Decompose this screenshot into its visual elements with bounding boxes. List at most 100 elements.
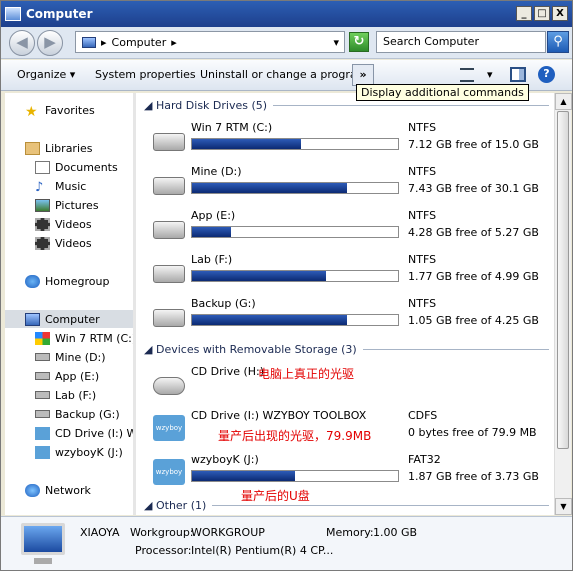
drive-icon	[153, 265, 185, 283]
chevron-right-icon[interactable]: ▸	[171, 36, 177, 49]
address-path: Computer	[111, 35, 167, 49]
drive-item[interactable]: Mine (D:) NTFS 7.43 GB free of 30.1 GB	[148, 163, 548, 207]
usb-drive-icon	[35, 445, 50, 459]
chevron-down-icon: ◢	[144, 99, 153, 112]
details-pane: XIAOYA Workgroup: WORKGROUP Memory: 1.00…	[1, 516, 572, 570]
more-commands-button[interactable]: »	[352, 64, 374, 86]
workgroup-label: Workgroup:	[130, 526, 194, 539]
drive-icon	[35, 353, 50, 361]
processor-label: Processor:	[135, 544, 192, 557]
wzyboy-logo-icon: wzyboy	[153, 415, 185, 441]
sidebar-item-drive-j[interactable]: wzyboyK (J:)	[35, 443, 123, 461]
scroll-up-button[interactable]: ▲	[555, 93, 572, 110]
folder-icon	[25, 141, 40, 155]
windows-drive-icon	[35, 331, 50, 345]
uninstall-program-button[interactable]: Uninstall or change a program	[200, 68, 367, 81]
help-icon[interactable]: ?	[538, 66, 555, 83]
usage-bar	[191, 226, 399, 238]
drive-icon	[153, 221, 185, 239]
window-title: Computer	[26, 7, 93, 21]
forward-button[interactable]: ▶	[37, 30, 63, 56]
tooltip: Display additional commands	[356, 84, 529, 101]
sidebar-item-libraries[interactable]: Libraries	[25, 139, 93, 157]
sidebar-item-drive-i[interactable]: CD Drive (I:) WZ	[35, 424, 133, 442]
drive-item[interactable]: CD Drive (H:) 电脑上真正的光驱	[148, 363, 548, 407]
sidebar-item-favorites[interactable]: ★ Favorites	[25, 101, 95, 120]
annotation: 量产后出现的光驱，79.9MB	[218, 429, 372, 443]
explorer-window: Computer _ □ X ◀ ▶ ▸ Computer ▸ ▾ ↻ Sear…	[0, 0, 573, 571]
sidebar-item-drive-c[interactable]: Win 7 RTM (C:)	[35, 329, 133, 347]
sidebar-item-documents[interactable]: Documents	[35, 158, 118, 176]
navigation-pane: ★ Favorites Libraries Documents ♪ Music Pi…	[5, 93, 133, 515]
sidebar-item-homegroup[interactable]: Homegroup	[25, 272, 109, 290]
annotation: 电脑上真正的光驱	[258, 367, 355, 381]
group-header-removable[interactable]: ◢ Devices with Removable Storage (3)	[144, 343, 549, 356]
sidebar-item-videos[interactable]: Videos	[35, 215, 92, 233]
star-icon: ★	[25, 103, 38, 120]
forward-arrow-icon: ▶	[44, 33, 56, 51]
back-arrow-icon: ◀	[16, 33, 28, 51]
video-icon	[35, 236, 50, 250]
sidebar-item-drive-e[interactable]: App (E:)	[35, 367, 99, 385]
title-bar[interactable]: Computer _ □ X	[1, 1, 572, 27]
cd-drive-icon	[35, 426, 50, 440]
sidebar-item-videos-2[interactable]: Videos	[35, 234, 92, 252]
sidebar-item-music[interactable]: ♪ Music	[35, 177, 86, 195]
sidebar-item-drive-f[interactable]: Lab (F:)	[35, 386, 96, 404]
preview-pane-icon[interactable]	[510, 67, 526, 82]
maximize-button[interactable]: □	[534, 6, 550, 21]
back-button[interactable]: ◀	[9, 30, 35, 56]
usage-bar	[191, 182, 399, 194]
scroll-down-button[interactable]: ▼	[555, 498, 572, 515]
computer-icon	[82, 36, 96, 48]
address-bar-area: ◀ ▶ ▸ Computer ▸ ▾ ↻ Search Computer ⚲	[1, 27, 572, 59]
minimize-button[interactable]: _	[516, 6, 532, 21]
system-properties-button[interactable]: System properties	[95, 68, 196, 81]
memory-label: Memory:	[326, 526, 374, 539]
workgroup-value: WORKGROUP	[191, 526, 265, 539]
usage-bar	[191, 270, 399, 282]
processor-value: Intel(R) Pentium(R) 4 CP...	[191, 544, 334, 557]
drive-icon	[35, 391, 50, 399]
documents-icon	[35, 160, 50, 174]
close-button[interactable]: X	[552, 6, 568, 21]
drive-item[interactable]: wzyboy CD Drive (I:) WZYBOY TOOLBOX 量产后出…	[148, 407, 548, 451]
drive-icon	[35, 410, 50, 418]
content-pane: ◢ Hard Disk Drives (5) Win 7 RTM (C:) NT…	[136, 93, 554, 515]
sidebar-item-pictures[interactable]: Pictures	[35, 196, 99, 214]
drive-icon	[153, 177, 185, 195]
usage-bar	[191, 314, 399, 326]
sidebar-item-computer[interactable]: Computer	[5, 310, 133, 328]
pc-name: XIAOYA	[80, 526, 120, 539]
sidebar-item-drive-d[interactable]: Mine (D:)	[35, 348, 106, 366]
chevron-down-icon[interactable]: ▾	[333, 36, 339, 49]
drive-item[interactable]: App (E:) NTFS 4.28 GB free of 5.27 GB	[148, 207, 548, 251]
search-input[interactable]: Search Computer	[376, 31, 546, 53]
vertical-scrollbar[interactable]: ▲ ▼	[554, 93, 572, 515]
computer-icon	[5, 7, 21, 21]
drive-item[interactable]: Backup (G:) NTFS 1.05 GB free of 4.25 GB	[148, 295, 548, 339]
view-list-icon[interactable]	[460, 68, 474, 82]
search-icon[interactable]: ⚲	[547, 31, 569, 53]
drive-item[interactable]: Lab (F:) NTFS 1.77 GB free of 4.99 GB	[148, 251, 548, 295]
usage-bar	[191, 138, 399, 150]
address-field[interactable]: ▸ Computer ▸ ▾	[75, 31, 345, 53]
group-header-other[interactable]: ◢ Other (1)	[144, 499, 549, 512]
homegroup-icon	[25, 274, 40, 288]
chevron-down-icon: ◢	[144, 343, 153, 356]
chevron-down-icon[interactable]: ▾	[487, 68, 493, 81]
pictures-icon	[35, 198, 50, 212]
computer-icon	[21, 523, 65, 564]
sidebar-item-drive-g[interactable]: Backup (G:)	[35, 405, 120, 423]
chevron-down-icon: ◢	[144, 499, 153, 512]
drive-item[interactable]: Win 7 RTM (C:) NTFS 7.12 GB free of 15.0…	[148, 119, 548, 163]
wzyboy-logo-icon: wzyboy	[153, 459, 185, 485]
drive-item[interactable]: wzyboy wzyboyK (J:) FAT32 1.87 GB free o…	[148, 451, 548, 503]
computer-icon	[25, 312, 40, 326]
sidebar-item-network[interactable]: Network	[25, 481, 91, 499]
scroll-thumb[interactable]	[557, 111, 569, 449]
memory-value: 1.00 GB	[373, 526, 418, 539]
organize-button[interactable]: Organize ▾	[17, 68, 75, 81]
refresh-button[interactable]: ↻	[349, 32, 369, 52]
music-icon: ♪	[35, 179, 44, 195]
